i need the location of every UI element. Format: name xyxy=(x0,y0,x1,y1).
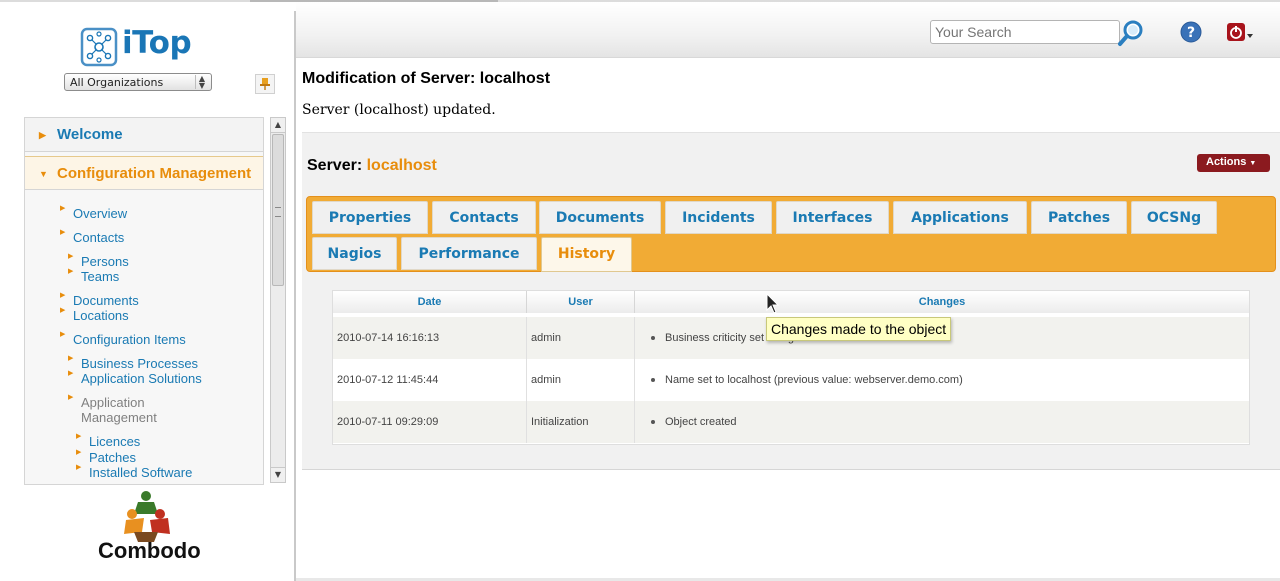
changes-tooltip: Changes made to the object xyxy=(766,317,952,341)
tab-performance[interactable]: Performance xyxy=(401,237,537,270)
tabs-bar: Properties Contacts Documents Incidents … xyxy=(306,196,1276,272)
tab-ocsng[interactable]: OCSNg xyxy=(1131,201,1217,234)
bullet-icon: ▶ xyxy=(60,204,66,212)
table-row: 2010-07-12 11:45:44 admin Name set to lo… xyxy=(333,359,1249,401)
column-header-date[interactable]: Date xyxy=(333,291,527,313)
bullet-icon: ▶ xyxy=(68,267,74,275)
itop-logo[interactable]: iTop xyxy=(80,25,230,69)
bullet-icon: ▶ xyxy=(76,432,82,440)
accordion-configuration-management[interactable]: ▼ Configuration Management xyxy=(25,156,263,190)
help-button[interactable]: ? xyxy=(1180,21,1202,43)
bullet-icon: ▶ xyxy=(60,228,66,236)
menu-item-locations[interactable]: Locations xyxy=(73,308,129,323)
menu-item-application-solutions[interactable]: Application Solutions xyxy=(81,371,202,386)
combodo-logo: Combodo xyxy=(98,488,201,578)
column-header-user[interactable]: User xyxy=(527,291,635,313)
bullet-icon: ▶ xyxy=(76,448,82,456)
menu-item-teams[interactable]: Teams xyxy=(81,269,119,284)
tab-interfaces[interactable]: Interfaces xyxy=(776,201,889,234)
help-icon: ? xyxy=(1180,21,1202,43)
menu-item-business-processes[interactable]: Business Processes xyxy=(81,356,198,371)
bullet-icon: ▶ xyxy=(60,306,66,314)
menu-item-configuration-items[interactable]: Configuration Items xyxy=(73,332,186,347)
bullet-icon: ▶ xyxy=(60,291,66,299)
cell-date: 2010-07-12 11:45:44 xyxy=(333,359,527,401)
history-table: Date User Changes 2010-07-14 16:16:13 ad… xyxy=(332,290,1250,445)
menu-accordion: ▶ Welcome ▼ Configuration Management ▶ O… xyxy=(24,117,264,485)
menu-scrollbar[interactable]: ▲ ▼ xyxy=(270,117,286,483)
object-details-panel: Server: localhost Actions ▼ Properties C… xyxy=(302,132,1280,470)
scroll-down-icon[interactable]: ▼ xyxy=(271,467,285,482)
actions-button-label: Actions xyxy=(1206,156,1247,168)
update-message: Server (localhost) updated. xyxy=(302,102,496,118)
logo-text: iTop xyxy=(122,25,192,61)
cell-change: Name set to localhost (previous value: w… xyxy=(635,359,1249,401)
menu-item-persons[interactable]: Persons xyxy=(81,254,129,269)
collapsed-arrow-icon: ▶ xyxy=(39,130,46,140)
top-header: ? xyxy=(296,2,1280,58)
menu-item-licences[interactable]: Licences xyxy=(89,434,140,449)
scroll-up-icon[interactable]: ▲ xyxy=(271,118,285,133)
expanded-arrow-icon: ▼ xyxy=(39,169,48,179)
object-name: localhost xyxy=(366,157,437,174)
object-class-label: Server: xyxy=(307,157,363,174)
tab-contacts[interactable]: Contacts xyxy=(432,201,536,234)
tab-incidents[interactable]: Incidents xyxy=(665,201,772,234)
tab-properties[interactable]: Properties xyxy=(312,201,428,234)
left-panel: iTop All Organizations ▲ ▼ ▶ Welcome ▼ Co… xyxy=(10,11,296,581)
combodo-logo-icon xyxy=(124,491,170,542)
cell-date: 2010-07-14 16:16:13 xyxy=(333,317,527,359)
pin-button[interactable] xyxy=(255,74,275,94)
bullet-icon: ▶ xyxy=(60,330,66,338)
chevron-down-icon: ▼ xyxy=(1249,160,1257,167)
cell-user: Initialization xyxy=(527,401,635,443)
scrollbar-grip-icon xyxy=(275,207,281,217)
svg-text:?: ? xyxy=(1187,25,1195,41)
organization-select-value: All Organizations xyxy=(70,76,164,89)
search-icon xyxy=(1118,20,1143,46)
table-row: 2010-07-11 09:29:09 Initialization Objec… xyxy=(333,401,1249,443)
select-arrows-icon: ▲ ▼ xyxy=(195,75,208,90)
cell-user: admin xyxy=(527,317,635,359)
menu-item-documents[interactable]: Documents xyxy=(73,293,139,308)
bullet-icon: ▶ xyxy=(68,354,74,362)
tab-patches[interactable]: Patches xyxy=(1031,201,1127,234)
menu-item-overview[interactable]: Overview xyxy=(73,206,127,221)
pin-icon xyxy=(260,78,270,90)
mouse-cursor-icon xyxy=(766,293,780,314)
accordion-config-label: Configuration Management xyxy=(57,165,252,182)
search-button[interactable] xyxy=(1116,19,1146,49)
bullet-icon: ▶ xyxy=(68,252,74,260)
actions-button[interactable]: Actions ▼ xyxy=(1197,154,1270,172)
tab-history[interactable]: History xyxy=(541,237,632,272)
search-input[interactable] xyxy=(930,20,1120,44)
page-title: Modification of Server: localhost xyxy=(302,70,551,87)
cell-date: 2010-07-11 09:29:09 xyxy=(333,401,527,443)
cell-user: admin xyxy=(527,359,635,401)
menu-item-contacts[interactable]: Contacts xyxy=(73,230,124,245)
tab-documents[interactable]: Documents xyxy=(539,201,661,234)
object-title: Server: localhost xyxy=(307,157,437,175)
accordion-welcome-label: Welcome xyxy=(57,126,123,143)
scrollbar-thumb[interactable] xyxy=(272,134,284,286)
tab-applications[interactable]: Applications xyxy=(893,201,1027,234)
column-header-changes[interactable]: Changes xyxy=(635,291,1249,313)
menu-item-application-management: Application Management xyxy=(81,395,157,425)
logoff-icon xyxy=(1227,23,1253,41)
itop-logo-icon xyxy=(80,27,118,67)
menu-item-installed-software[interactable]: Installed Software xyxy=(89,465,192,480)
bullet-icon: ▶ xyxy=(68,369,74,377)
tab-nagios[interactable]: Nagios xyxy=(312,237,397,270)
bullet-icon: ▶ xyxy=(76,463,82,471)
logoff-button[interactable] xyxy=(1226,21,1254,45)
bullet-icon: ▶ xyxy=(68,393,74,401)
cell-change: Object created xyxy=(635,401,1249,443)
combodo-logo-text: Combodo xyxy=(98,538,201,563)
accordion-welcome[interactable]: ▶ Welcome xyxy=(25,118,263,152)
organization-select[interactable]: All Organizations ▲ ▼ xyxy=(64,73,212,91)
menu-item-patches[interactable]: Patches xyxy=(89,450,136,465)
